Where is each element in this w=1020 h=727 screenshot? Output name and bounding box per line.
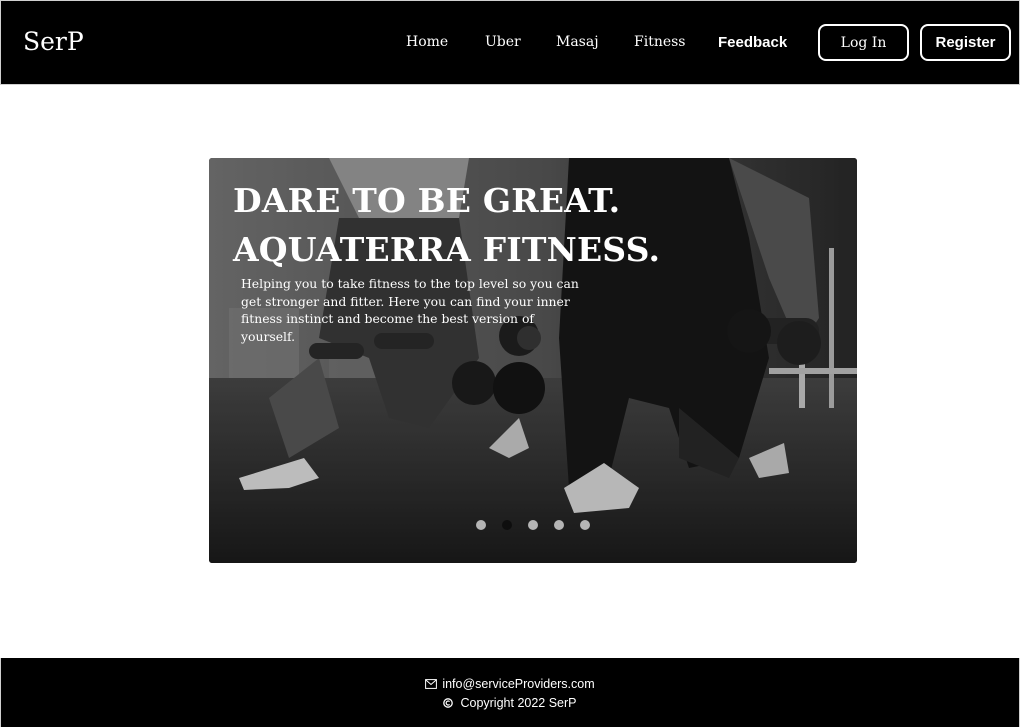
carousel-dot-3[interactable]: [528, 520, 538, 530]
hero-title-line-2: AQUATERRA FITNESS.: [233, 230, 661, 269]
brand-logo[interactable]: SerP: [23, 27, 84, 56]
hero-title-line-1: DARE TO BE GREAT.: [233, 181, 621, 220]
carousel-dot-4[interactable]: [554, 520, 564, 530]
nav-link-home[interactable]: Home: [406, 34, 448, 50]
footer-email[interactable]: info@serviceProviders.com: [442, 677, 594, 691]
envelope-icon: [425, 679, 438, 689]
hero-subtitle: Helping you to take fitness to the top l…: [241, 276, 579, 344]
footer-copyright-row: Copyright 2022 SerP: [1, 696, 1019, 710]
carousel-dot-5[interactable]: [580, 520, 590, 530]
carousel-dot-1[interactable]: [476, 520, 486, 530]
copyright-icon: [443, 698, 454, 708]
top-navbar: SerP Home Uber Masaj Fitness Feedback Lo…: [0, 0, 1020, 85]
nav-link-uber[interactable]: Uber: [485, 34, 521, 50]
login-button[interactable]: Log In: [818, 24, 909, 61]
page-footer: info@serviceProviders.com Copyright 2022…: [0, 658, 1020, 727]
nav-link-masaj[interactable]: Masaj: [556, 34, 599, 50]
nav-link-fitness[interactable]: Fitness: [634, 34, 686, 50]
footer-email-row: info@serviceProviders.com: [1, 677, 1019, 691]
register-button[interactable]: Register: [920, 24, 1011, 61]
carousel-dot-2[interactable]: [502, 520, 512, 530]
hero-carousel: DARE TO BE GREAT. AQUATERRA FITNESS. Hel…: [209, 158, 857, 563]
nav-link-feedback[interactable]: Feedback: [718, 34, 787, 51]
hero-title: DARE TO BE GREAT. AQUATERRA FITNESS.: [233, 176, 660, 274]
carousel-indicators: [476, 520, 590, 530]
footer-copyright: Copyright 2022 SerP: [460, 696, 577, 710]
